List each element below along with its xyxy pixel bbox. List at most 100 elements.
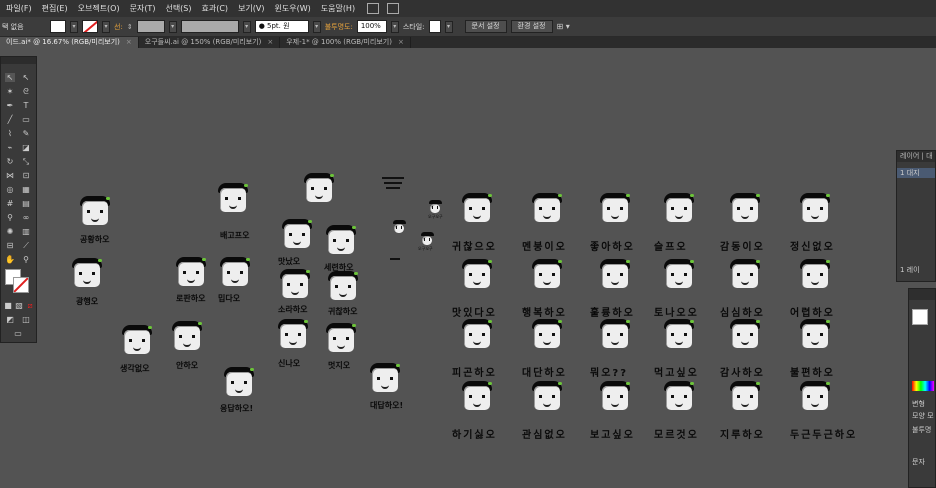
character-label: 맛있다오 — [452, 308, 497, 319]
stroke-weight-field[interactable] — [136, 20, 165, 33]
close-icon[interactable]: × — [398, 38, 404, 46]
document-tab-2[interactable]: 오구들씨.ai @ 150% (RGB/미리보기) × — [138, 37, 281, 48]
style-swatch[interactable] — [428, 20, 441, 33]
scale-tool-icon[interactable]: ⤡ — [21, 157, 31, 166]
layers-panel-header[interactable]: 레이어 | 대 — [897, 151, 935, 162]
menu-select[interactable]: 선택(S) — [165, 3, 191, 14]
menu-window[interactable]: 윈도우(W) — [275, 3, 311, 14]
character-face — [462, 319, 492, 348]
tiny-text-block — [380, 176, 406, 194]
brush-definition-field[interactable]: ● 5pt. 원 — [254, 20, 309, 33]
mesh-tool-icon[interactable]: # — [5, 199, 15, 208]
transparency-panel-tab[interactable]: 불투명 — [909, 425, 931, 435]
draw-inside-icon[interactable]: ◫ — [21, 315, 31, 324]
control-bar: 택 없음 ▾ ▾ 선: ⇕ ▾ ▾ ● 5pt. 원 ▾ 불투명도: 100% … — [0, 17, 936, 37]
style-label: 스타일: — [402, 22, 425, 31]
stroke-weight-stepper-icon[interactable]: ⇕ — [127, 23, 133, 31]
direct-selection-tool-icon[interactable]: ↖ — [21, 73, 31, 82]
artboard-tool-icon[interactable]: ⊟ — [5, 241, 15, 250]
menu-help[interactable]: 도움말(H) — [321, 3, 355, 14]
style-dropdown[interactable]: ▾ — [444, 20, 453, 33]
fill-dropdown[interactable]: ▾ — [70, 20, 78, 33]
variable-width-field[interactable] — [180, 20, 239, 33]
close-icon[interactable]: × — [126, 38, 132, 46]
character-label: 하기싫오 — [452, 430, 497, 441]
column-graph-tool-icon[interactable]: ▥ — [21, 227, 31, 236]
document-tab-3[interactable]: 우제-1* @ 100% (RGB/미리보기) × — [280, 37, 411, 48]
character-label: 배고프오 — [220, 231, 250, 240]
width-tool-icon[interactable]: ⋈ — [5, 171, 15, 180]
brush-dropdown[interactable]: ▾ — [312, 20, 321, 33]
opacity-dropdown[interactable]: ▾ — [390, 20, 399, 33]
gradient-tool-icon[interactable]: ▤ — [21, 199, 31, 208]
menu-type[interactable]: 문자(T) — [130, 3, 156, 14]
bridge-icon[interactable] — [367, 3, 380, 14]
layer-row[interactable]: 1 대지 — [897, 168, 935, 178]
layers-count: 1 레이 — [900, 266, 920, 274]
arrange-documents-icon[interactable] — [387, 3, 400, 14]
color-panel-header[interactable] — [909, 289, 935, 300]
variable-width-dropdown[interactable]: ▾ — [242, 20, 251, 33]
character-label: 뭐오?? — [590, 368, 629, 379]
character-label: 귀찮하오 — [328, 307, 358, 316]
symbol-sprayer-tool-icon[interactable]: ✺ — [5, 227, 15, 236]
magic-wand-tool-icon[interactable]: ✶ — [5, 87, 15, 96]
drawing-mode-icon[interactable]: ◩ — [5, 315, 15, 324]
arrange-icon[interactable]: ⊞ ▾ — [557, 22, 570, 31]
line-tool-icon[interactable]: ╱ — [5, 115, 15, 124]
perspective-grid-tool-icon[interactable]: ▦ — [21, 185, 31, 194]
tools-panel-header[interactable] — [1, 57, 36, 64]
character-label: 대답하오! — [370, 401, 404, 410]
stroke-weight-dropdown[interactable]: ▾ — [168, 20, 177, 33]
lasso-tool-icon[interactable]: ᘓ — [21, 87, 31, 96]
menu-file[interactable]: 파일(F) — [6, 3, 32, 14]
character-label: 심심하오 — [720, 308, 765, 319]
character-label: 피곤하오 — [452, 368, 497, 379]
color-mode-icon[interactable]: ■ — [3, 301, 13, 310]
document-setup-button[interactable]: 문서 설정 — [464, 20, 507, 33]
character-face-small — [393, 220, 406, 233]
screen-mode-icon[interactable]: ▭ — [13, 329, 23, 338]
free-transform-tool-icon[interactable]: ⊡ — [21, 171, 31, 180]
character-face — [224, 367, 254, 396]
rectangle-tool-icon[interactable]: ▭ — [21, 115, 31, 124]
fill-stroke-mini-icon[interactable] — [912, 309, 928, 325]
stroke-color-box[interactable] — [13, 277, 29, 293]
hand-tool-icon[interactable]: ✋ — [5, 255, 15, 264]
stroke-dropdown[interactable]: ▾ — [102, 20, 110, 33]
opacity-label[interactable]: 불투명도: — [325, 22, 353, 32]
close-icon[interactable]: × — [267, 38, 273, 46]
eyedropper-tool-icon[interactable]: ⚲ — [5, 213, 15, 222]
none-mode-icon[interactable]: ⧄ — [25, 301, 35, 310]
appearance-panel-tab[interactable]: 모양 모 — [909, 411, 934, 421]
character-face — [370, 363, 400, 392]
shape-builder-tool-icon[interactable]: ◎ — [5, 185, 15, 194]
menu-edit[interactable]: 편집(E) — [42, 3, 68, 14]
gradient-mode-icon[interactable]: ▧ — [14, 301, 24, 310]
transform-panel-tab[interactable]: 변형 — [909, 399, 925, 409]
character-face — [664, 193, 694, 222]
document-tab-1[interactable]: 이드.ai* @ 16.67% (RGB/미리보기) × — [0, 37, 139, 48]
menu-view[interactable]: 보기(V) — [238, 3, 264, 14]
opacity-field[interactable]: 100% — [356, 20, 387, 33]
menu-effect[interactable]: 효과(C) — [202, 3, 229, 14]
artboard-canvas[interactable]: 공황하오 광행오 배고프오 맛났오 세련하오 로판하오 밉다오 소라하오 귀찮하… — [38, 48, 894, 488]
character-panel-tab[interactable]: 문자 — [909, 457, 925, 467]
pen-tool-icon[interactable]: ✒ — [5, 101, 15, 110]
slice-tool-icon[interactable]: ⟋ — [21, 241, 31, 250]
eraser-tool-icon[interactable]: ◪ — [21, 143, 31, 152]
pencil-tool-icon[interactable]: ✎ — [21, 129, 31, 138]
fill-swatch[interactable] — [50, 20, 66, 33]
blob-brush-tool-icon[interactable]: ⌁ — [5, 143, 15, 152]
paintbrush-tool-icon[interactable]: ⌇ — [5, 129, 15, 138]
menu-object[interactable]: 오브젝트(O) — [78, 3, 120, 14]
stroke-swatch[interactable] — [82, 20, 98, 33]
character-face — [800, 193, 830, 222]
type-tool-icon[interactable]: T — [21, 101, 31, 110]
zoom-tool-icon[interactable]: ⚲ — [21, 255, 31, 264]
blend-tool-icon[interactable]: ∞ — [21, 213, 31, 222]
rotate-tool-icon[interactable]: ↻ — [5, 157, 15, 166]
color-spectrum-bar[interactable] — [912, 381, 934, 391]
preferences-button[interactable]: 환경 설정 — [510, 20, 553, 33]
selection-tool-icon[interactable]: ↖ — [5, 73, 15, 82]
